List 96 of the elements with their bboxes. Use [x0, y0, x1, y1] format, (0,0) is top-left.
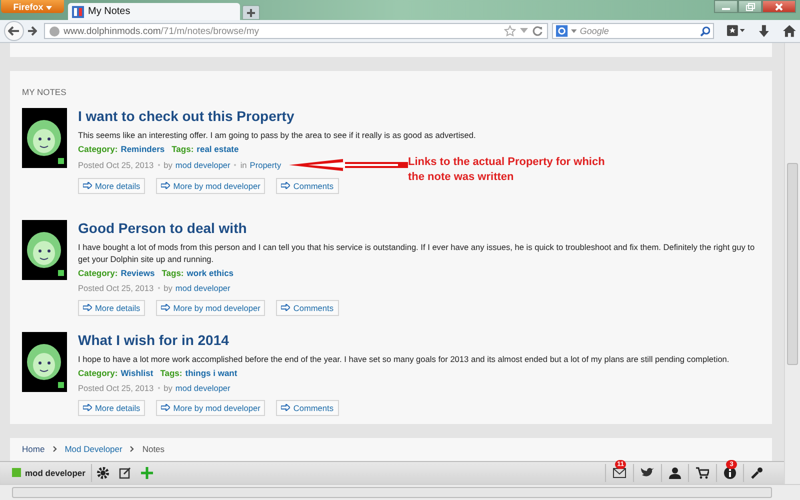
hand-pointer-icon	[161, 404, 170, 412]
hand-pointer-icon	[161, 182, 170, 190]
restore-icon	[746, 2, 754, 10]
search-icon[interactable]	[700, 26, 710, 36]
notes-icon	[72, 6, 84, 18]
by-label: by	[164, 160, 172, 170]
chevron-icon	[130, 446, 134, 452]
mail-icon[interactable]	[613, 468, 626, 478]
edit-icon[interactable]	[119, 466, 132, 479]
note-title[interactable]: What I wish for in 2014	[78, 332, 760, 348]
new-tab-button[interactable]	[242, 5, 260, 20]
note-action-button[interactable]: More by mod developer	[156, 300, 266, 316]
tags-label: Tags:	[162, 268, 184, 278]
category-label: Category:	[78, 268, 118, 278]
note-action-button[interactable]: More by mod developer	[156, 178, 266, 194]
caret-icon	[46, 6, 52, 10]
tags-label: Tags:	[172, 144, 194, 154]
posted-date: Posted Oct 25, 2013	[78, 282, 154, 293]
in-label: in	[240, 160, 247, 170]
hand-pointer-icon	[161, 304, 170, 312]
home-icon[interactable]	[783, 25, 796, 37]
close-icon	[775, 2, 783, 10]
person-icon[interactable]	[669, 466, 681, 479]
tags-label: Tags:	[160, 368, 182, 378]
back-button[interactable]	[4, 21, 24, 41]
category-label: Category:	[78, 144, 118, 154]
search-input[interactable]: Google	[580, 26, 697, 36]
forward-arrow-icon	[26, 26, 37, 36]
separator-dot-icon	[158, 286, 160, 289]
search-field[interactable]: Google	[552, 23, 714, 39]
note-text: I hope to have a lot more work accomplished before the end of the year. I have set so many goals for 2013 and its almost ended but a lot of my plans are still pending completion.	[78, 352, 730, 365]
cart-icon[interactable]	[696, 466, 709, 479]
bird-icon[interactable]	[641, 467, 654, 478]
chevron-icon	[52, 446, 57, 452]
globe-icon	[48, 26, 60, 36]
note-text: I have bought a lot of mods from this person and I can tell you that his service is outstanding. If I ever have any issues, he is quick to troubleshoot and fix them. Definitely the right guy to get your Dolphin site up and running.	[78, 240, 756, 265]
category-link[interactable]: Reviews	[120, 268, 155, 278]
note-title[interactable]: I want to check out this Property	[78, 108, 760, 124]
category-link[interactable]: Wishlist	[120, 368, 154, 378]
horizontal-scrollbar[interactable]	[0, 484, 800, 500]
hand-pointer-icon	[83, 182, 92, 190]
author-link[interactable]: mod developer	[175, 382, 230, 393]
avatar-drawing[interactable]	[22, 220, 67, 280]
browser-tab[interactable]: My Notes	[68, 3, 240, 20]
back-arrow-icon	[8, 26, 20, 36]
posted-date: Posted Oct 25, 2013	[78, 382, 154, 393]
category-link[interactable]: Reminders	[120, 144, 165, 154]
download-icon[interactable]	[758, 25, 770, 37]
author-link[interactable]: mod developer	[175, 160, 230, 170]
tag-link[interactable]: real estate	[196, 144, 239, 154]
note-action-button[interactable]: Comments	[276, 178, 338, 194]
property-link[interactable]: Property	[250, 160, 282, 170]
tag-link[interactable]: work ethics	[186, 268, 234, 278]
hand-pointer-icon	[281, 304, 290, 312]
dropdown-icon[interactable]	[571, 28, 577, 34]
separator-dot-icon	[234, 164, 236, 166]
avatar-drawing[interactable]	[22, 108, 67, 168]
gear-icon[interactable]	[97, 466, 110, 479]
by-label: by	[164, 382, 172, 393]
hand-pointer-icon	[83, 404, 92, 412]
address-bar[interactable]: www.dolphinmods.com/71/m/notes/browse/my	[44, 23, 548, 39]
scrollbar-thumb[interactable]	[12, 487, 772, 498]
separator-dot-icon	[158, 164, 160, 166]
breadcrumb-link[interactable]: Home	[22, 444, 45, 454]
note-action-button[interactable]: More details	[78, 400, 146, 416]
vertical-scrollbar[interactable]	[784, 43, 800, 484]
breadcrumb-link[interactable]: Mod Developer	[64, 444, 122, 454]
note-title[interactable]: Good Person to deal with	[78, 220, 760, 236]
section-title: MY NOTES	[22, 86, 68, 97]
note-action-button[interactable]: More details	[78, 300, 146, 316]
hand-pointer-icon	[83, 304, 92, 312]
note-action-button[interactable]: Comments	[276, 400, 338, 416]
minimize-button[interactable]	[714, 0, 738, 13]
hand-pointer-icon	[281, 182, 290, 190]
user-button[interactable]: mod developer	[12, 464, 92, 482]
posted-date: Posted Oct 25, 2013	[78, 160, 154, 170]
note-action-button[interactable]: More by mod developer	[156, 400, 266, 416]
note-text: This seems like an interesting offer. I am going to pass by the area to see if it really is as good as advertised.	[78, 128, 477, 141]
annotation-text: Links to the actual Property for which the note was written	[408, 154, 606, 185]
plus-icon	[246, 8, 256, 18]
category-label: Category:	[78, 368, 118, 378]
breadcrumb-current: Notes	[142, 444, 165, 454]
reload-icon[interactable]	[532, 26, 544, 36]
scrollbar-thumb[interactable]	[787, 163, 798, 365]
restore-button[interactable]	[738, 0, 762, 13]
separator-dot-icon	[158, 386, 160, 389]
bookmarks-icon[interactable]	[727, 25, 746, 37]
avatar-drawing[interactable]	[22, 332, 67, 392]
note-action-button[interactable]: Comments	[276, 300, 338, 316]
hand-pointer-icon	[281, 404, 290, 412]
by-label: by	[164, 282, 172, 293]
tag-link[interactable]: things i want	[185, 368, 238, 378]
author-link[interactable]: mod developer	[175, 282, 230, 293]
star-icon[interactable]	[504, 25, 516, 37]
close-button[interactable]	[762, 0, 796, 13]
note-action-button[interactable]: More details	[78, 178, 146, 194]
